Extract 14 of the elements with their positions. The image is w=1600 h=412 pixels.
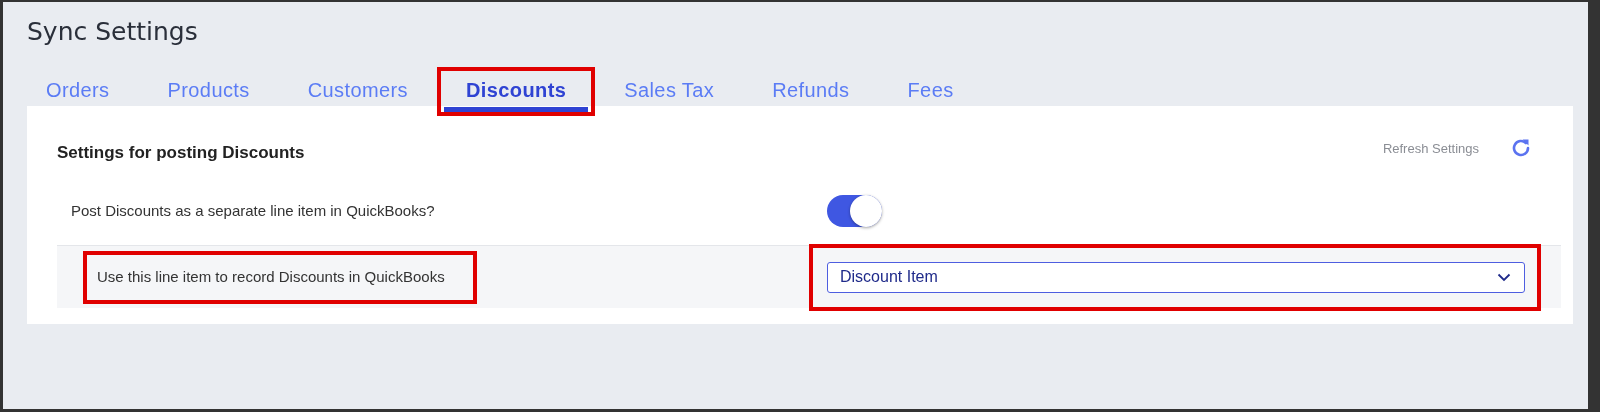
tab[interactable]: Products xyxy=(145,71,272,112)
dropdown[interactable]: Discount Item xyxy=(827,261,1525,293)
tab[interactable]: Fees xyxy=(885,71,976,112)
tab[interactable]: Sales Tax xyxy=(602,71,737,112)
section-heading: Settings for posting Discounts xyxy=(57,142,305,164)
tab[interactable]: Customers xyxy=(285,71,430,112)
toggle-switch[interactable] xyxy=(827,194,882,227)
setting-label: Use this line item to record Discounts in QuickBooks xyxy=(97,266,445,287)
refresh-button[interactable]: Refresh Settings xyxy=(1382,136,1533,160)
tab[interactable]: Orders xyxy=(24,71,132,112)
chevron-down-icon xyxy=(1497,272,1511,282)
setting-label: Post Discounts as a separate line item in QuickBooks? xyxy=(71,200,436,221)
page-title: Sync Settings xyxy=(27,16,199,48)
tab[interactable]: Refunds xyxy=(750,71,872,112)
